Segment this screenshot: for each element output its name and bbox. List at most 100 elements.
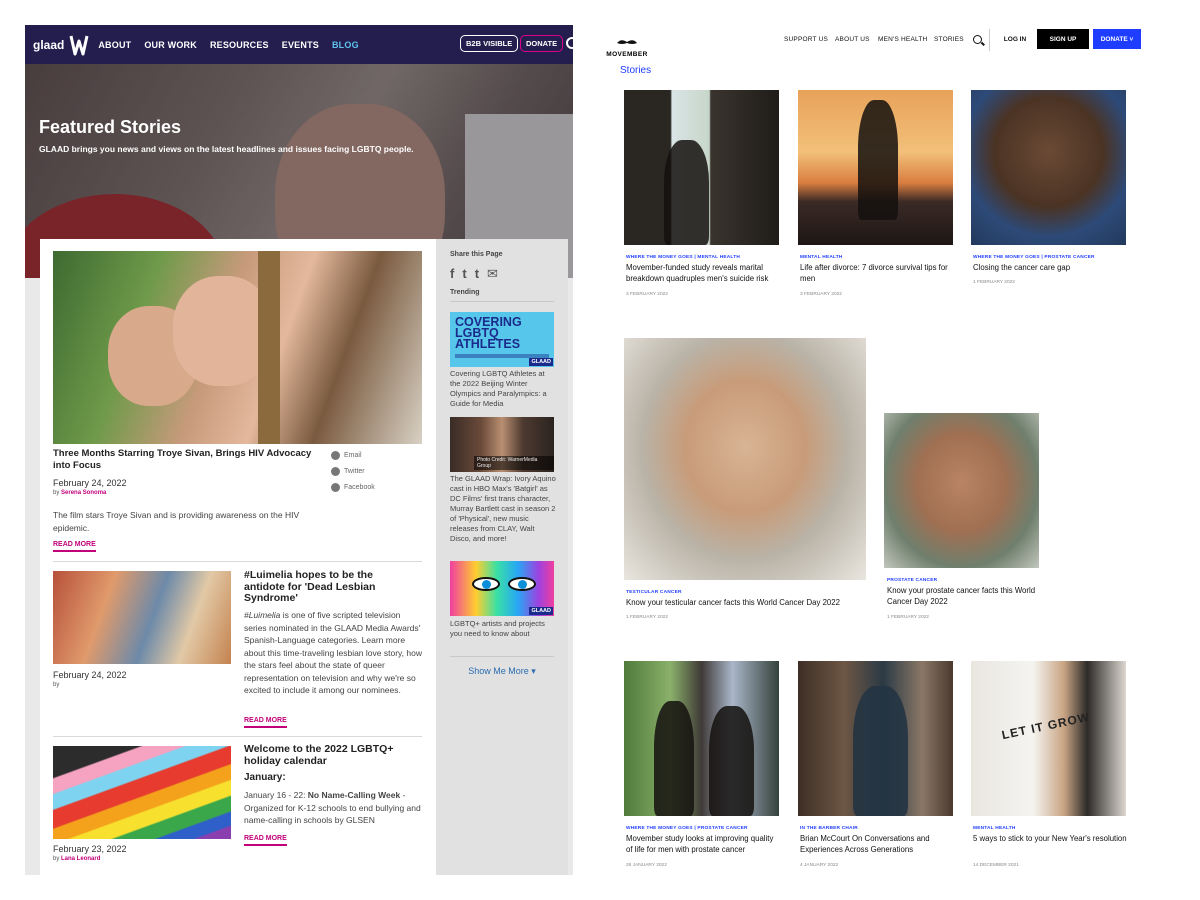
search-icon[interactable] xyxy=(566,37,573,49)
nav-blog[interactable]: BLOG xyxy=(332,40,359,50)
story-category[interactable]: WHERE THE MONEY GOES | PROSTATE CANCER xyxy=(973,255,1095,260)
trending-image-glaad-wrap[interactable]: Photo Credit: WarnerMedia Group xyxy=(450,417,554,472)
article-excerpt-holiday-calendar: January 16 - 22: No Name-Calling Week - … xyxy=(244,789,424,827)
story-image-barber-chair[interactable] xyxy=(798,661,953,816)
hero-title: Featured Stories xyxy=(39,117,182,137)
hero-subtitle: GLAAD brings you news and views on the l… xyxy=(39,144,414,154)
share-email[interactable]: Email xyxy=(331,451,362,460)
story-image-quality-of-life[interactable] xyxy=(624,661,779,816)
read-more-luimelia[interactable]: READ MORE xyxy=(244,717,287,728)
trending-caption-athletes[interactable]: Covering LGBTQ Athletes at the 2022 Beij… xyxy=(450,369,556,409)
byline-prefix: by xyxy=(53,856,60,862)
photo-figure xyxy=(709,706,754,816)
glaad-donate-button[interactable]: DONATE xyxy=(520,35,564,52)
movember-logo[interactable]: MOVEMBER xyxy=(602,33,652,58)
share-page-heading: Share this Page xyxy=(450,251,503,258)
share-facebook-label: Facebook xyxy=(344,484,375,491)
story-date: 1 FEBRUARY 2022 xyxy=(887,615,929,620)
featured-article-image[interactable] xyxy=(53,251,422,444)
trending-heading: Trending xyxy=(450,289,480,296)
glaad-logo[interactable]: glaad xyxy=(33,32,90,58)
story-title-testicular-cancer[interactable]: Know your testicular cancer facts this W… xyxy=(626,597,866,608)
trending-image-athletes[interactable]: COVERING LGBTQ ATHLETES GLAAD xyxy=(450,312,554,367)
b2b-visible-button[interactable]: B2B VISIBLE xyxy=(460,35,519,52)
moustache-icon xyxy=(617,40,637,44)
story-title-prostate-cancer[interactable]: Know your prostate cancer facts this Wor… xyxy=(887,585,1042,607)
share-twitter-label: Twitter xyxy=(344,468,365,475)
menu-stories[interactable]: STORIES xyxy=(934,36,964,43)
divider xyxy=(53,736,422,737)
twitter-icon[interactable]: t xyxy=(462,266,466,282)
story-category[interactable]: MENTAL HEALTH xyxy=(973,826,1016,831)
byline-prefix: by xyxy=(53,490,60,496)
section-title: Stories xyxy=(620,65,652,76)
story-image-prostate-cancer[interactable] xyxy=(884,413,1039,568)
facebook-icon[interactable]: f xyxy=(450,266,454,282)
divider xyxy=(53,561,422,562)
search-icon[interactable] xyxy=(973,35,982,44)
movember-logo-text: MOVEMBER xyxy=(606,51,648,58)
nav-our-work[interactable]: OUR WORK xyxy=(144,40,197,50)
menu-mens-health[interactable]: MEN'S HEALTH xyxy=(878,36,927,43)
excerpt-bold: No Name-Calling Week xyxy=(307,790,401,800)
nav-about[interactable]: ABOUT xyxy=(98,40,131,50)
story-date: 3 FEBRUARY 2022 xyxy=(800,292,842,297)
author-link[interactable]: Lana Leonard xyxy=(61,856,100,862)
share-twitter[interactable]: Twitter xyxy=(331,467,365,476)
trending-caption-lgbtq-artists[interactable]: LGBTQ+ artists and projects you need to … xyxy=(450,619,556,639)
article-byline-holiday-calendar: by Lana Leonard xyxy=(53,856,100,862)
featured-article-excerpt: The film stars Troye Sivan and is provid… xyxy=(53,510,300,533)
email-icon[interactable]: ✉ xyxy=(487,266,498,282)
story-title-quality-of-life[interactable]: Movember study looks at improving qualit… xyxy=(626,833,781,855)
show-more-button[interactable]: Show Me More ▾ xyxy=(450,656,554,677)
article-title-holiday-calendar[interactable]: Welcome to the 2022 LGBTQ+ holiday calen… xyxy=(244,743,414,767)
signup-button[interactable]: SIGN UP xyxy=(1037,29,1089,49)
nav-resources[interactable]: RESOURCES xyxy=(210,40,269,50)
story-title-divorce[interactable]: Life after divorce: 7 divorce survival t… xyxy=(800,262,955,284)
divider xyxy=(450,301,554,302)
article-date-holiday-calendar: February 23, 2022 xyxy=(53,844,127,854)
divider xyxy=(989,29,990,51)
glaad-badge: GLAAD xyxy=(529,358,553,366)
article-title-luimelia[interactable]: #Luimelia hopes to be the antidote for '… xyxy=(244,569,414,605)
story-title-new-years-resolution[interactable]: 5 ways to stick to your New Year's resol… xyxy=(973,833,1128,844)
story-date: 3 FEBRUARY 2022 xyxy=(626,292,668,297)
trending-image-lgbtq-artists[interactable]: GLAAD xyxy=(450,561,554,616)
article-byline-luimelia: by xyxy=(53,682,60,688)
story-category[interactable]: MENTAL HEALTH xyxy=(800,255,843,260)
story-image-cancer-care-gap[interactable] xyxy=(971,90,1126,245)
story-image-new-years-resolution[interactable]: LET IT GROW xyxy=(971,661,1126,816)
excerpt-prefix: January 16 - 22: xyxy=(244,790,308,800)
nav-events[interactable]: EVENTS xyxy=(282,40,319,50)
glaad-badge: GLAAD xyxy=(529,607,553,615)
story-title-marital-breakdown[interactable]: Movember-funded study reveals marital br… xyxy=(626,262,781,284)
story-date: 1 FEBRUARY 2022 xyxy=(626,615,668,620)
story-image-divorce[interactable] xyxy=(798,90,953,245)
menu-support-us[interactable]: SUPPORT US xyxy=(784,36,828,43)
featured-article-title[interactable]: Three Months Starring Troye Sivan, Bring… xyxy=(53,448,328,472)
featured-read-more-link[interactable]: READ MORE xyxy=(53,541,96,552)
read-more-holiday-calendar[interactable]: READ MORE xyxy=(244,835,287,846)
trending-caption-glaad-wrap[interactable]: The GLAAD Wrap: Ivory Aquino cast in HBO… xyxy=(450,474,556,544)
story-category[interactable]: WHERE THE MONEY GOES | PROSTATE CANCER xyxy=(626,826,748,831)
share-facebook[interactable]: Facebook xyxy=(331,483,375,492)
story-image-marital-breakdown[interactable] xyxy=(624,90,779,245)
menu-about-us[interactable]: ABOUT US xyxy=(835,36,870,43)
story-title-barber-chair[interactable]: Brian McCourt On Conversations and Exper… xyxy=(800,833,955,855)
featured-author-link[interactable]: Serena Sonoma xyxy=(61,490,106,496)
story-category[interactable]: WHERE THE MONEY GOES | MENTAL HEALTH xyxy=(626,255,740,260)
articles-column: Three Months Starring Troye Sivan, Bring… xyxy=(40,239,436,875)
story-category[interactable]: PROSTATE CANCER xyxy=(887,578,937,583)
article-thumbnail-holiday-calendar[interactable] xyxy=(53,746,231,839)
login-button[interactable]: LOG IN xyxy=(995,29,1035,49)
movember-page: MOVEMBER SUPPORT US ABOUT US MEN'S HEALT… xyxy=(590,25,1150,875)
story-image-testicular-cancer[interactable] xyxy=(624,338,866,580)
story-category[interactable]: IN THE BARBER CHAIR xyxy=(800,826,858,831)
story-category[interactable]: TESTICULAR CANCER xyxy=(626,590,682,595)
article-thumbnail-luimelia[interactable] xyxy=(53,571,231,664)
article-subhead-january: January: xyxy=(244,772,286,783)
movember-donate-button[interactable]: DONATE ˅ xyxy=(1093,29,1141,49)
story-title-cancer-care-gap[interactable]: Closing the cancer care gap xyxy=(973,262,1128,273)
tumblr-icon[interactable]: t xyxy=(475,266,479,282)
photo-credit: Photo Credit: WarnerMedia Group xyxy=(474,456,554,470)
